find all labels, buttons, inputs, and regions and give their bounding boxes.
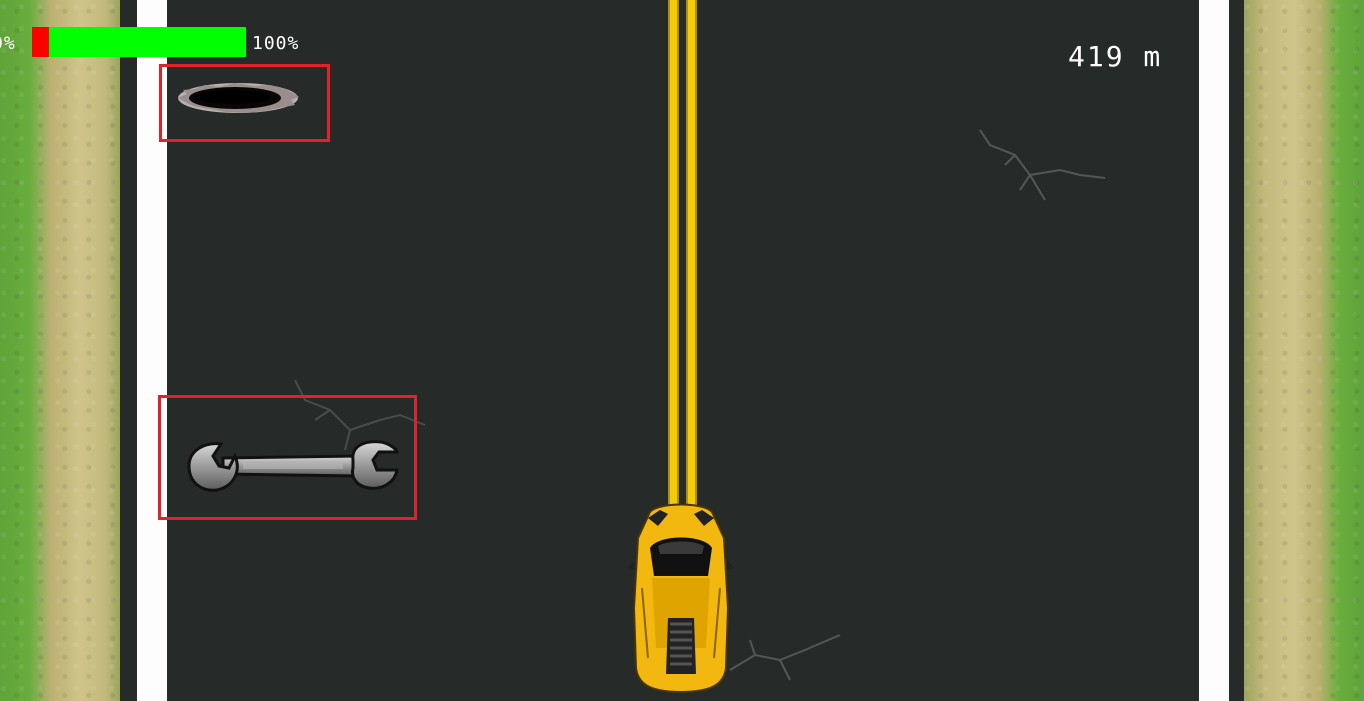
- grass-right: [1244, 0, 1364, 701]
- road-crack: [979, 129, 1106, 201]
- wrench-icon[interactable]: [183, 438, 399, 494]
- health-bar: [32, 27, 246, 57]
- pothole-icon[interactable]: [175, 80, 301, 116]
- center-line-right: [686, 0, 697, 520]
- grass-left: [0, 0, 120, 701]
- center-line-left: [668, 0, 679, 520]
- health-max-label: 100%: [252, 33, 300, 54]
- health-bar-damage: [32, 27, 49, 57]
- road-edge-right: [1199, 0, 1229, 701]
- sports-car-icon: [628, 503, 734, 694]
- road-crack: [729, 634, 841, 681]
- distance-counter: 419 m: [1068, 40, 1163, 73]
- health-min-label: 0%: [0, 33, 16, 54]
